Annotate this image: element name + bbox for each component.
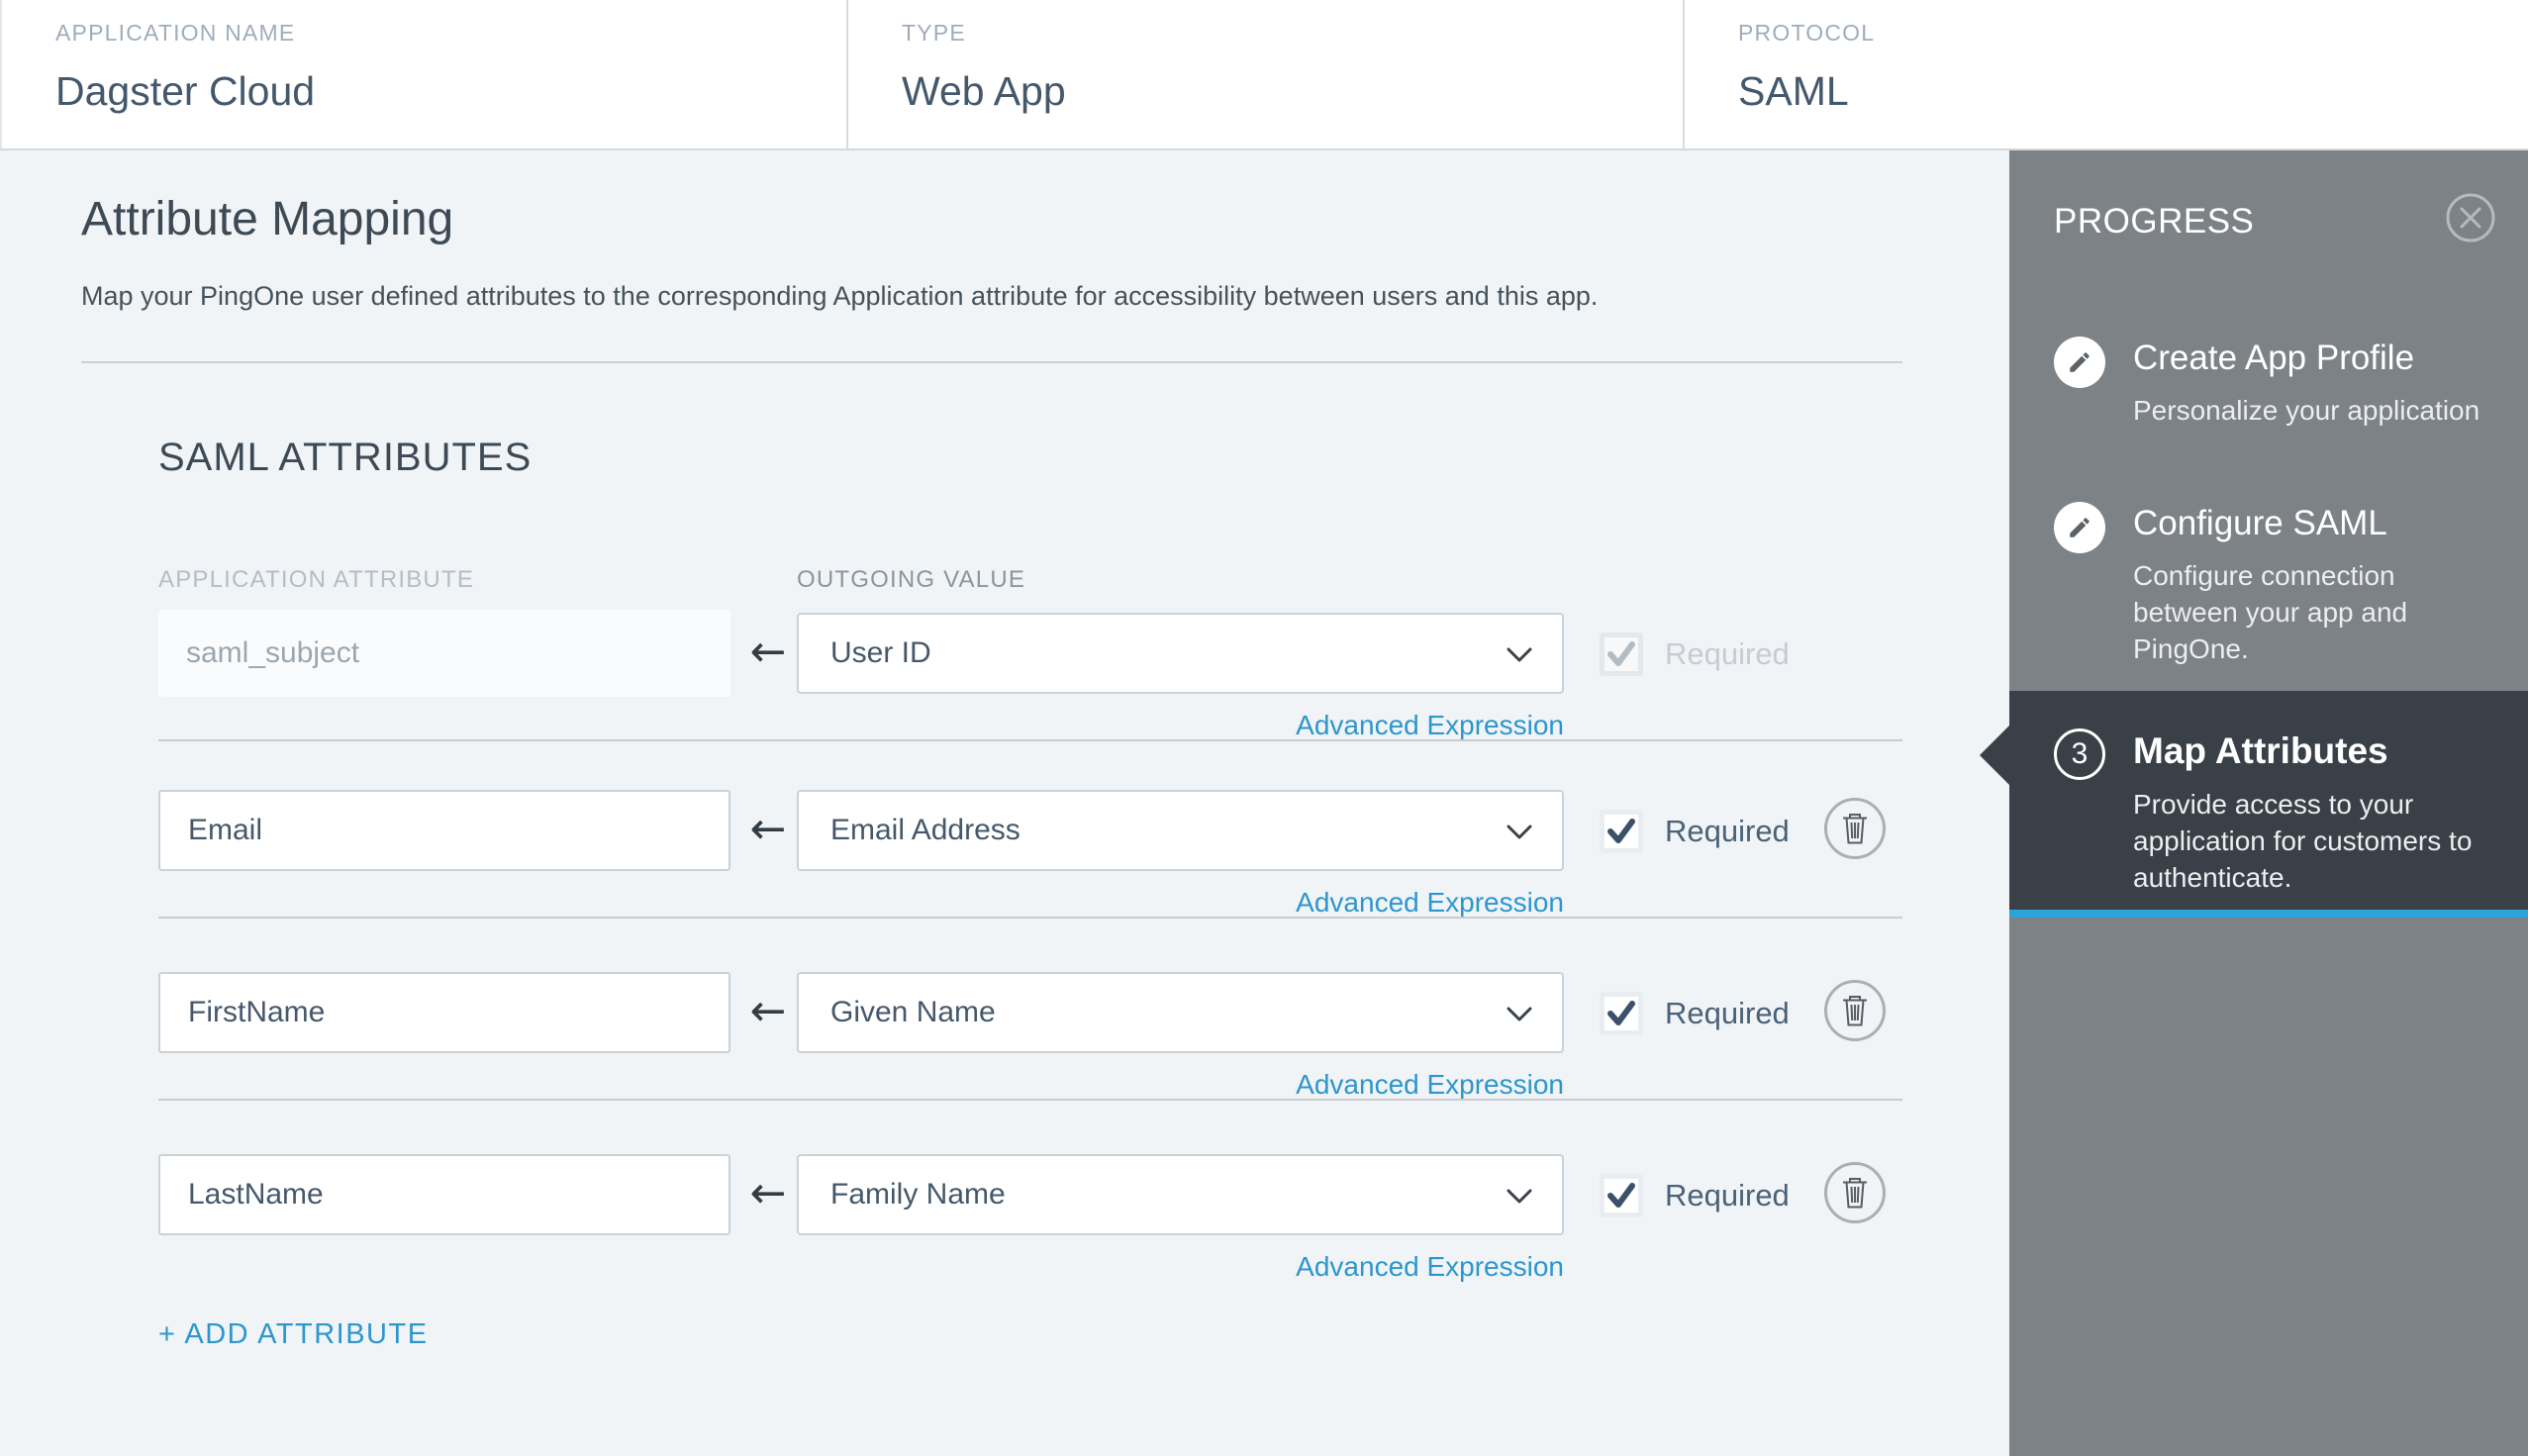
application-name-label: APPLICATION NAME <box>55 20 296 46</box>
pencil-icon <box>2054 337 2105 388</box>
progress-panel: PROGRESS Create App Profile Personalize … <box>1980 150 2528 1456</box>
add-attribute-link[interactable]: + ADD ATTRIBUTE <box>158 1318 429 1351</box>
protocol-label: PROTOCOL <box>1738 20 1876 46</box>
outgoing-value-dropdown[interactable]: Given Name <box>797 972 1564 1053</box>
checkmark-icon <box>1607 819 1635 843</box>
advanced-expression-link[interactable]: Advanced Expression <box>1296 1069 1564 1101</box>
step-description: Personalize your application <box>2133 395 2480 426</box>
step-title: Configure SAML <box>2133 504 2387 542</box>
required-label: Required <box>1665 996 1790 1030</box>
divider <box>158 1099 1902 1101</box>
required-label: Required <box>1665 1178 1790 1213</box>
trash-icon <box>1843 814 1867 844</box>
required-checkbox[interactable] <box>1600 992 1643 1035</box>
application-attribute-input[interactable] <box>158 972 730 1053</box>
pencil-icon <box>2054 502 2105 553</box>
step-title: Map Attributes <box>2133 730 2388 771</box>
attribute-row-saml-subject: ← User ID Required Advanced Expression <box>158 610 1902 791</box>
application-attribute-input <box>158 610 730 697</box>
application-name-value: Dagster Cloud <box>55 68 316 114</box>
advanced-expression-link[interactable]: Advanced Expression <box>1296 710 1564 741</box>
app-header: APPLICATION NAME Dagster Cloud TYPE Web … <box>0 0 2528 150</box>
column-header-application-attribute: APPLICATION ATTRIBUTE <box>158 566 475 593</box>
checkmark-icon <box>1607 1183 1635 1208</box>
delete-attribute-button[interactable] <box>1824 798 1886 859</box>
required-checkbox <box>1600 632 1643 676</box>
outgoing-value-dropdown[interactable]: Email Address <box>797 790 1564 871</box>
required-checkbox[interactable] <box>1600 1174 1643 1217</box>
progress-panel-title: PROGRESS <box>2054 202 2255 241</box>
progress-step-create-app-profile[interactable]: Create App Profile Personalize your appl… <box>2009 337 2528 445</box>
delete-attribute-button[interactable] <box>1824 980 1886 1041</box>
trash-icon <box>1843 1178 1867 1209</box>
checkmark-icon <box>1607 641 1635 666</box>
step-title: Create App Profile <box>2133 339 2415 377</box>
outgoing-value-dropdown[interactable]: Family Name <box>797 1154 1564 1235</box>
page-title: Attribute Mapping <box>81 193 454 245</box>
progress-step-configure-saml[interactable]: Configure SAML Configure connection betw… <box>2009 502 2528 670</box>
divider <box>158 917 1902 919</box>
active-step-pointer <box>1980 726 2009 785</box>
close-icon <box>2446 193 2495 243</box>
advanced-expression-link[interactable]: Advanced Expression <box>1296 1251 1564 1283</box>
required-label: Required <box>1665 636 1790 671</box>
header-application-name: APPLICATION NAME Dagster Cloud <box>0 0 846 148</box>
chevron-down-icon <box>1507 825 1532 845</box>
dropdown-selected-value: Email Address <box>830 814 1021 846</box>
advanced-expression-link[interactable]: Advanced Expression <box>1296 887 1564 919</box>
attribute-row-lastname: ← Family Name Required Advanced Expressi… <box>158 1154 1902 1332</box>
dropdown-selected-value: User ID <box>830 636 931 669</box>
attribute-mapping-panel: Attribute Mapping Map your PingOne user … <box>0 150 2009 1456</box>
header-type: TYPE Web App <box>846 0 1683 148</box>
section-title-saml-attributes: SAML ATTRIBUTES <box>158 436 533 479</box>
divider <box>81 361 1902 363</box>
divider <box>158 739 1902 741</box>
outgoing-value-dropdown[interactable]: User ID <box>797 613 1564 694</box>
chevron-down-icon <box>1507 647 1532 668</box>
attribute-row-firstname: ← Given Name Required Advanced Expressio… <box>158 972 1902 1150</box>
progress-step-map-attributes-active[interactable]: 3 Map Attributes Provide access to your … <box>1980 691 2528 918</box>
chevron-down-icon <box>1507 1189 1532 1210</box>
delete-attribute-button[interactable] <box>1824 1162 1886 1223</box>
application-attribute-input[interactable] <box>158 790 730 871</box>
page-description: Map your PingOne user defined attributes… <box>81 281 1599 311</box>
type-value: Web App <box>902 68 1066 114</box>
column-header-outgoing-value: OUTGOING VALUE <box>797 566 1026 593</box>
left-arrow-icon: ← <box>749 1168 787 1218</box>
left-arrow-icon: ← <box>749 627 787 677</box>
required-checkbox[interactable] <box>1600 810 1643 853</box>
dropdown-selected-value: Family Name <box>830 1178 1006 1211</box>
header-protocol: PROTOCOL SAML <box>1683 0 2528 148</box>
attribute-row-email: ← Email Address Required Advanced Expres… <box>158 790 1902 968</box>
close-progress-button[interactable] <box>2445 192 2496 243</box>
dropdown-selected-value: Given Name <box>830 996 996 1028</box>
protocol-value: SAML <box>1738 68 1849 114</box>
chevron-down-icon <box>1507 1007 1532 1027</box>
required-label: Required <box>1665 814 1790 848</box>
trash-icon <box>1843 996 1867 1026</box>
left-arrow-icon: ← <box>749 986 787 1036</box>
checkmark-icon <box>1607 1001 1635 1025</box>
step-number-badge: 3 <box>2054 728 2105 780</box>
type-label: TYPE <box>902 20 966 46</box>
step-description: Provide access to your application for c… <box>2133 789 2473 893</box>
step-description: Configure connection between your app an… <box>2133 560 2408 664</box>
left-arrow-icon: ← <box>749 804 787 854</box>
application-attribute-input[interactable] <box>158 1154 730 1235</box>
